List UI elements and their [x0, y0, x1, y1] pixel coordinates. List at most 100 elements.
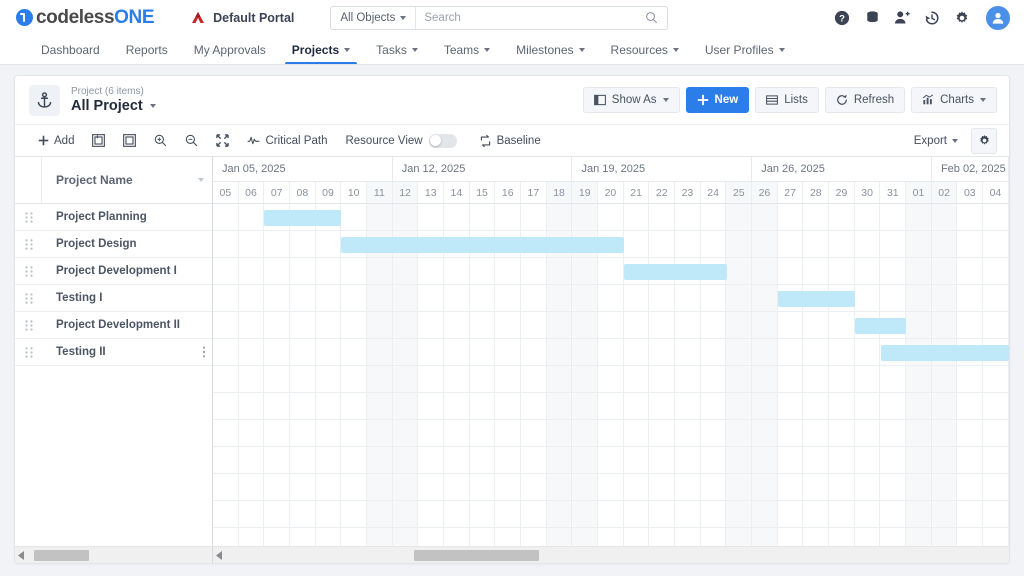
- task-row[interactable]: Project Development I: [15, 258, 212, 285]
- app-logo[interactable]: codelessONE: [16, 7, 155, 29]
- day-label: 01: [912, 186, 925, 199]
- baseline-button[interactable]: Baseline: [470, 129, 550, 153]
- refresh-button[interactable]: Refresh: [824, 87, 906, 113]
- task-row[interactable]: Testing II: [15, 339, 212, 366]
- gantt-bar[interactable]: [854, 318, 907, 334]
- scroll-left-arrow-icon[interactable]: [15, 547, 28, 564]
- gantt-settings-button[interactable]: [971, 127, 997, 154]
- nav-tab-label: Tasks: [376, 43, 407, 57]
- task-row[interactable]: Project Development II: [15, 312, 212, 339]
- expand-all-icon[interactable]: [83, 129, 114, 153]
- drag-handle-icon[interactable]: [15, 292, 42, 304]
- show-as-button[interactable]: Show As: [582, 87, 680, 113]
- scroll-track[interactable]: [28, 547, 212, 564]
- help-icon[interactable]: ?: [834, 10, 850, 26]
- new-button[interactable]: New: [685, 87, 750, 113]
- gear-icon[interactable]: [954, 10, 970, 26]
- object-type-selector[interactable]: All Objects: [331, 6, 417, 29]
- add-user-icon[interactable]: [894, 10, 910, 26]
- task-row[interactable]: Project Design: [15, 231, 212, 258]
- task-row[interactable]: Testing I: [15, 285, 212, 312]
- sort-chevron-down-icon[interactable]: [198, 178, 204, 182]
- day-label: 14: [450, 186, 463, 199]
- record-count: Project (6 items): [71, 86, 144, 97]
- charts-button[interactable]: Charts: [911, 87, 997, 113]
- gantt-bar[interactable]: [777, 291, 855, 307]
- resource-view-toggle[interactable]: [428, 133, 457, 148]
- gantt-bar[interactable]: [880, 345, 1009, 361]
- task-name-cell: Testing I: [42, 292, 212, 304]
- export-button[interactable]: Export: [905, 129, 967, 153]
- drag-handle-icon[interactable]: [15, 211, 42, 223]
- timeline-column: [701, 204, 727, 546]
- nav-tab-projects[interactable]: Projects: [279, 36, 363, 64]
- zoom-out-icon[interactable]: [176, 129, 207, 153]
- avatar[interactable]: [986, 5, 1010, 30]
- day-header-cell: 02: [931, 182, 958, 203]
- scroll-track[interactable]: [226, 547, 1009, 564]
- week-label: Jan 26, 2025: [761, 163, 825, 175]
- drag-handle-icon[interactable]: [15, 319, 42, 331]
- nav-tab-resources[interactable]: Resources: [598, 36, 692, 64]
- timeline-row-line: [213, 365, 1009, 366]
- timeline-columns: [213, 204, 1009, 546]
- day-label: 09: [322, 186, 334, 199]
- timeline-column: [239, 204, 265, 546]
- task-list-scrollbar[interactable]: [15, 546, 213, 563]
- drag-handle-icon[interactable]: [15, 265, 42, 277]
- day-header-cell: 27: [778, 182, 804, 203]
- day-label: 27: [784, 186, 796, 199]
- scroll-thumb[interactable]: [413, 549, 540, 561]
- timeline-column: [418, 204, 445, 546]
- resource-view-control[interactable]: Resource View: [336, 129, 469, 153]
- nav-tab-milestones[interactable]: Milestones: [503, 36, 597, 64]
- add-button[interactable]: Add: [29, 129, 83, 153]
- nav-tab-dashboard[interactable]: Dashboard: [28, 36, 113, 64]
- project-name-column-header[interactable]: Project Name: [42, 173, 212, 187]
- timeline-column: [931, 204, 958, 546]
- lists-button[interactable]: Lists: [755, 87, 819, 113]
- timeline-scrollbar[interactable]: [213, 546, 1009, 563]
- nav-tab-teams[interactable]: Teams: [431, 36, 503, 64]
- task-row[interactable]: Project Planning: [15, 204, 212, 231]
- gantt-bar[interactable]: [264, 210, 342, 226]
- timeline-column: [521, 204, 547, 546]
- nav-tab-user-profiles[interactable]: User Profiles: [692, 36, 798, 64]
- fit-screen-icon[interactable]: [207, 129, 238, 153]
- day-header-cell: 08: [290, 182, 316, 203]
- nav-tab-tasks[interactable]: Tasks: [363, 36, 431, 64]
- day-header-cell: 24: [701, 182, 727, 203]
- row-menu-icon[interactable]: [202, 346, 206, 358]
- search-input[interactable]: [416, 6, 646, 29]
- day-label: 24: [707, 186, 719, 199]
- history-icon[interactable]: [924, 10, 940, 26]
- gantt-bar[interactable]: [623, 264, 727, 280]
- search-icon[interactable]: [645, 11, 667, 24]
- task-name-label: Testing II: [56, 346, 106, 358]
- drag-handle-icon[interactable]: [15, 346, 42, 358]
- portal-selector[interactable]: Default Portal: [190, 11, 294, 25]
- collapse-all-icon[interactable]: [114, 129, 145, 153]
- day-header-cell: 29: [829, 182, 855, 203]
- timeline-column: [264, 204, 291, 546]
- nav-tab-my-approvals[interactable]: My Approvals: [181, 36, 279, 64]
- day-header-cell: 25: [726, 182, 753, 203]
- day-header-cell: 01: [906, 182, 932, 203]
- week-label: Feb 02, 2025: [940, 163, 1006, 175]
- day-header-cell: 23: [675, 182, 701, 203]
- task-name-label: Project Design: [56, 238, 137, 250]
- timeline-column: [290, 204, 316, 546]
- scroll-left-arrow-icon[interactable]: [213, 547, 226, 564]
- view-chevron-down-icon[interactable]: [149, 104, 156, 108]
- task-name-label: Project Planning: [56, 211, 147, 223]
- gantt-bar[interactable]: [341, 237, 624, 253]
- timeline-column: [855, 204, 881, 546]
- drag-handle-icon[interactable]: [15, 238, 42, 250]
- database-icon[interactable]: [864, 10, 880, 26]
- scroll-thumb[interactable]: [33, 549, 89, 561]
- critical-path-button[interactable]: Critical Path: [238, 129, 336, 153]
- nav-tab-reports[interactable]: Reports: [113, 36, 181, 64]
- day-label: 26: [758, 186, 771, 199]
- day-header-cell: 13: [418, 182, 445, 203]
- zoom-in-icon[interactable]: [145, 129, 176, 153]
